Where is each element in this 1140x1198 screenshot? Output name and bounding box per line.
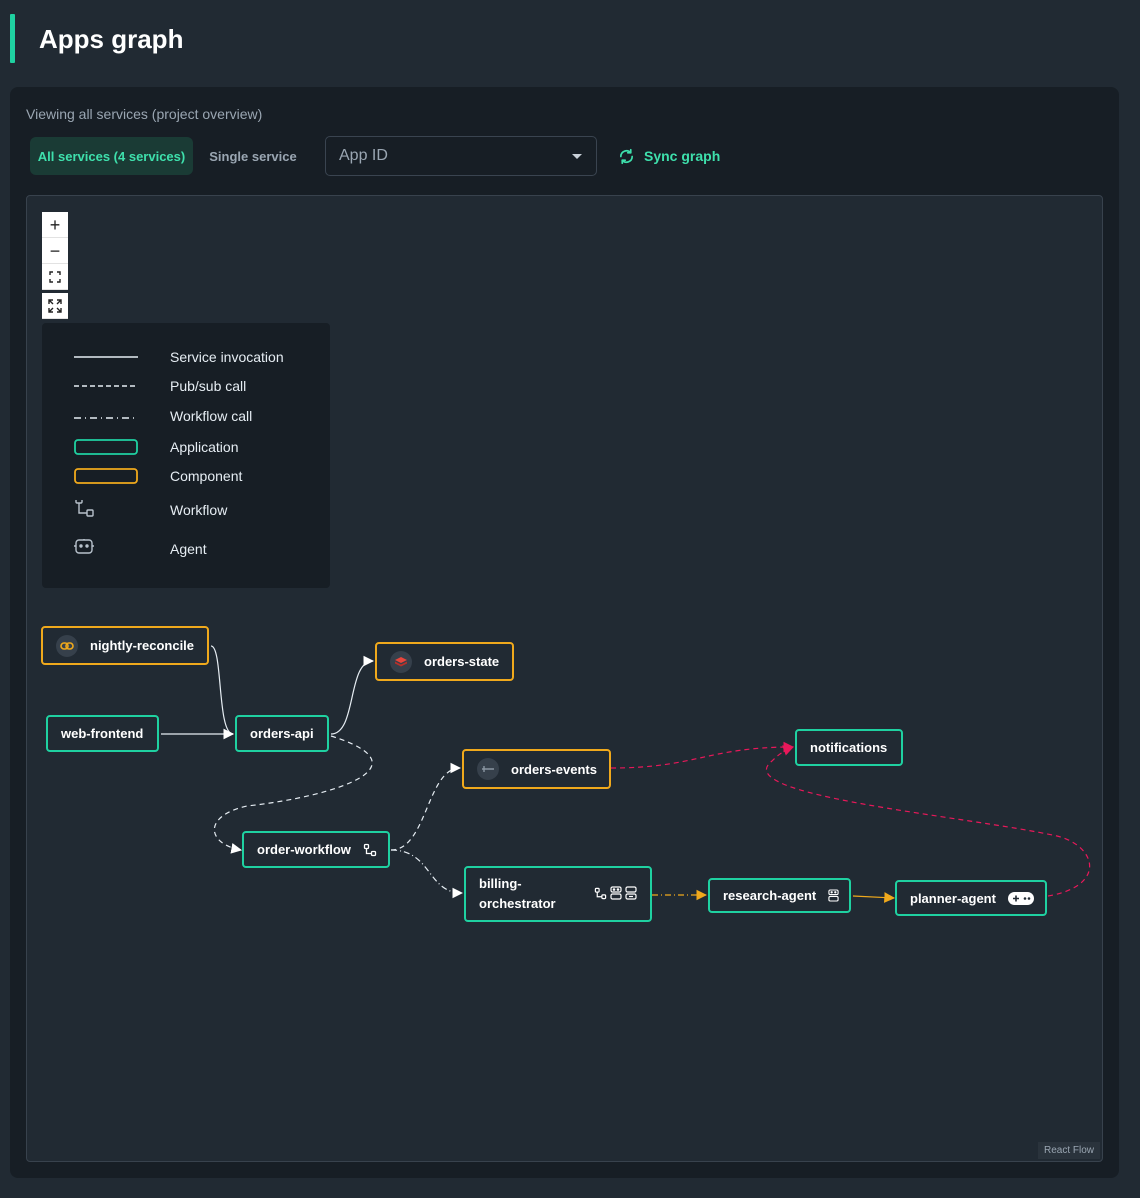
node-order-workflow[interactable]: order-workflow	[242, 831, 390, 868]
edge-planner-agent-to-notifications[interactable]	[766, 745, 1091, 897]
node-label: billing- orchestrator	[479, 876, 556, 911]
agent-icon	[828, 889, 839, 902]
header-accent-bar	[10, 14, 15, 63]
app-id-placeholder: App ID	[339, 147, 388, 164]
node-orders-state[interactable]: orders-state	[375, 642, 514, 681]
node-label: notifications	[810, 740, 888, 755]
solid-line-swatch	[74, 356, 138, 358]
graph-legend: Service invocation Pub/sub call Workflow…	[42, 323, 330, 588]
node-notifications[interactable]: notifications	[795, 729, 903, 766]
node-nightly-reconcile[interactable]: nightly-reconcile	[41, 626, 209, 665]
edge-order-workflow-to-orders-events[interactable]	[390, 762, 462, 851]
edge-orders-api-to-orders-state[interactable]	[330, 655, 375, 735]
node-label: nightly-reconcile	[90, 638, 195, 653]
graph-panel: Viewing all services (project overview) …	[10, 87, 1119, 1178]
node-label: orders-events	[511, 761, 597, 777]
workflow-icon	[594, 887, 607, 899]
legend-application: Application	[42, 437, 330, 457]
robot-icon	[74, 539, 94, 554]
legend-agent: Agent	[42, 539, 330, 559]
app-id-select[interactable]: App ID	[325, 136, 597, 176]
view-description: Viewing all services (project overview)	[26, 106, 263, 122]
edge-nightly-to-orders-api[interactable]	[210, 645, 235, 740]
graph-canvas[interactable]: + − Service invocation Pub/sub call Work…	[26, 195, 1103, 1162]
agent-icon	[610, 886, 622, 900]
node-label: orders-api	[250, 726, 314, 741]
kafka-icon	[477, 758, 499, 780]
node-planner-agent[interactable]: planner-agent	[895, 880, 1047, 916]
node-label: order-workflow	[257, 842, 351, 857]
node-label: web-frontend	[61, 726, 144, 741]
legend-component: Component	[42, 466, 330, 486]
gamepad-icon	[1007, 891, 1034, 905]
application-swatch	[74, 439, 138, 455]
fullscreen-button[interactable]	[42, 293, 68, 319]
edge-orders-events-to-notifications[interactable]	[610, 741, 795, 769]
edge-research-agent-to-planner-agent[interactable]	[852, 892, 896, 903]
node-orders-events[interactable]: orders-events	[462, 749, 611, 789]
chevron-down-icon	[572, 154, 582, 159]
dashdot-line-swatch	[74, 417, 138, 419]
edge-order-workflow-to-billing[interactable]	[390, 849, 464, 899]
node-billing-orchestrator[interactable]: billing- orchestrator	[464, 866, 652, 922]
legend-pubsub-call: Pub/sub call	[42, 376, 330, 396]
node-orders-api[interactable]: orders-api	[235, 715, 329, 752]
fit-view-icon	[49, 270, 61, 283]
dashed-line-swatch	[74, 385, 138, 387]
refresh-icon	[619, 148, 634, 164]
workflow-icon	[363, 843, 377, 856]
node-label: planner-agent	[910, 890, 996, 906]
zoom-in-button[interactable]: +	[42, 212, 68, 238]
zoom-controls: + −	[42, 212, 68, 319]
multi-agent-icon	[625, 886, 637, 900]
fit-view-button[interactable]	[42, 264, 68, 290]
sync-graph-label: Sync graph	[644, 148, 721, 164]
legend-service-invocation: Service invocation	[42, 347, 330, 367]
react-flow-attribution[interactable]: React Flow	[1037, 1142, 1100, 1159]
node-research-agent[interactable]: research-agent	[708, 878, 851, 913]
link-icon	[56, 634, 78, 657]
component-swatch	[74, 468, 138, 484]
sync-graph-button[interactable]: Sync graph	[618, 145, 720, 167]
page-title: Apps graph	[39, 24, 184, 54]
zoom-out-button[interactable]: −	[42, 238, 68, 264]
expand-icon	[48, 298, 62, 313]
legend-workflow-call: Workflow call	[42, 406, 330, 426]
tab-all-services[interactable]: All services (4 services)	[30, 137, 193, 175]
tab-single-service[interactable]: Single service	[201, 137, 305, 175]
legend-workflow: Workflow	[42, 500, 330, 520]
redis-icon	[390, 650, 412, 673]
node-web-frontend[interactable]: web-frontend	[46, 715, 159, 752]
node-label: orders-state	[424, 654, 500, 669]
workflow-icon	[75, 500, 94, 517]
node-label: research-agent	[723, 888, 817, 903]
